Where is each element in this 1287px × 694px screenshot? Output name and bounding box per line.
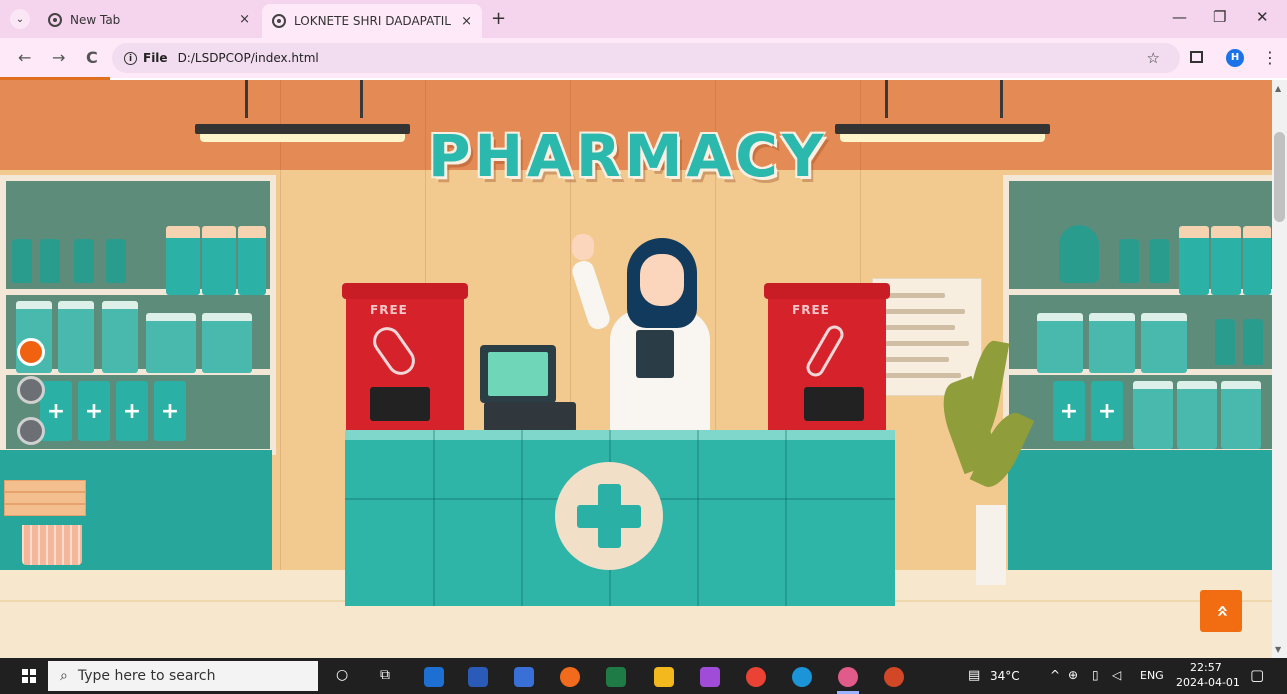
volume-icon[interactable]: ◁	[1112, 668, 1121, 682]
carousel-dot-1[interactable]	[17, 338, 45, 366]
cash-register-base	[484, 402, 576, 432]
minimize-button[interactable]: —	[1172, 8, 1187, 26]
app-icon[interactable]	[700, 667, 720, 687]
pharmacist-illustration	[569, 230, 718, 435]
double-chevron-up-icon: »	[1208, 604, 1233, 618]
windows-taskbar: ⌕ Type here to search ○ ⧉ ▤ 34°C ^ ⊕ ▯ ◁…	[0, 658, 1287, 694]
dispenser-label: FREE	[792, 303, 830, 317]
basket	[22, 525, 82, 565]
profile-avatar[interactable]: H	[1226, 49, 1244, 67]
powerpoint-icon[interactable]	[884, 667, 904, 687]
notifications-icon[interactable]: ▢	[1250, 666, 1264, 684]
browser-toolbar: ← → C i File D:/LSDPCOP/index.html ☆ H ⋮	[0, 38, 1287, 78]
left-shelf: + + + +	[0, 175, 276, 455]
pharmacy-sign: PHARMACY	[428, 122, 828, 190]
restore-button[interactable]: ❐	[1213, 8, 1226, 26]
tab-search-button[interactable]: ⌄	[10, 9, 30, 29]
word-icon[interactable]	[468, 667, 488, 687]
clock-date[interactable]: 2024-04-01	[1176, 676, 1240, 689]
cortana-icon[interactable]: ○	[336, 667, 348, 683]
tab-pharmacy-site[interactable]: LOKNETE SHRI DADAPATIL PHA ×	[262, 4, 482, 38]
language-indicator[interactable]: ENG	[1140, 669, 1164, 682]
battery-icon[interactable]: ▯	[1092, 668, 1099, 682]
globe-icon	[48, 12, 62, 27]
search-placeholder: Type here to search	[77, 668, 216, 684]
scroll-up-arrow[interactable]: ▲	[1275, 84, 1281, 93]
close-window-button[interactable]: ✕	[1256, 8, 1269, 26]
right-shelf: + +	[1003, 175, 1272, 455]
tab-close-icon[interactable]: ×	[461, 14, 472, 29]
new-tab-button[interactable]: +	[491, 8, 506, 29]
news-widget-icon[interactable]: ▤	[968, 668, 980, 683]
bookmark-star-icon[interactable]: ☆	[1147, 49, 1160, 67]
globe-icon	[272, 14, 286, 28]
browser-menu-button[interactable]: ⋮	[1262, 48, 1278, 67]
free-dispenser-right: FREE	[764, 283, 890, 431]
carousel-dot-3[interactable]	[17, 417, 45, 445]
page-scrollbar[interactable]: ▲ ▼	[1272, 80, 1287, 658]
forward-button[interactable]: →	[52, 48, 65, 67]
tray-chevron-icon[interactable]: ^	[1050, 668, 1060, 682]
tab-new-tab[interactable]: New Tab ×	[38, 5, 260, 34]
right-cabinet	[1008, 450, 1272, 570]
scrollbar-thumb[interactable]	[1274, 132, 1285, 222]
browser-tab-strip: ⌄ New Tab × LOKNETE SHRI DADAPATIL PHA ×…	[0, 0, 1287, 38]
address-scheme: File	[143, 51, 168, 65]
address-url: D:/LSDPCOP/index.html	[177, 51, 319, 65]
cash-register-screen	[480, 345, 556, 403]
pad-icon	[367, 321, 421, 381]
tab-close-icon[interactable]: ×	[239, 12, 250, 27]
chrome-profile-icon[interactable]	[838, 667, 858, 687]
carousel-dot-2[interactable]	[17, 376, 45, 404]
network-icon[interactable]: ⊕	[1068, 668, 1078, 682]
clock-time[interactable]: 22:57	[1190, 661, 1222, 674]
store-icon[interactable]	[514, 667, 534, 687]
mail-icon[interactable]	[424, 667, 444, 687]
windows-logo-icon[interactable]	[22, 669, 36, 683]
chevron-down-icon: ⌄	[15, 13, 25, 25]
address-bar[interactable]: i File D:/LSDPCOP/index.html ☆	[112, 43, 1180, 73]
side-panel-icon[interactable]	[1190, 51, 1203, 63]
medical-cross-emblem	[555, 462, 663, 570]
free-dispenser-left: FREE	[342, 283, 468, 431]
info-icon[interactable]: i	[124, 51, 137, 65]
back-button[interactable]: ←	[18, 48, 31, 67]
weather-temperature[interactable]: 34°C	[990, 669, 1020, 683]
hero-banner: PHARMACY + + + + + + FREE FREE »	[0, 80, 1272, 658]
edge-icon[interactable]	[792, 667, 812, 687]
chrome-icon[interactable]	[746, 667, 766, 687]
taskbar-search-input[interactable]: ⌕ Type here to search	[48, 661, 318, 691]
plant-pot	[976, 505, 1006, 585]
back-to-top-button[interactable]: »	[1200, 590, 1242, 632]
tab-title: New Tab	[70, 12, 121, 27]
dispenser-label: FREE	[370, 303, 408, 317]
excel-icon[interactable]	[606, 667, 626, 687]
magnifier-icon: ⌕	[60, 668, 68, 684]
firefox-icon[interactable]	[560, 667, 580, 687]
task-view-icon[interactable]: ⧉	[380, 667, 390, 683]
file-explorer-icon[interactable]	[654, 667, 674, 687]
reload-button[interactable]: C	[86, 48, 98, 67]
scroll-down-arrow[interactable]: ▼	[1275, 645, 1281, 654]
tab-title: LOKNETE SHRI DADAPATIL PHA	[294, 14, 455, 28]
tampon-icon	[803, 322, 847, 380]
